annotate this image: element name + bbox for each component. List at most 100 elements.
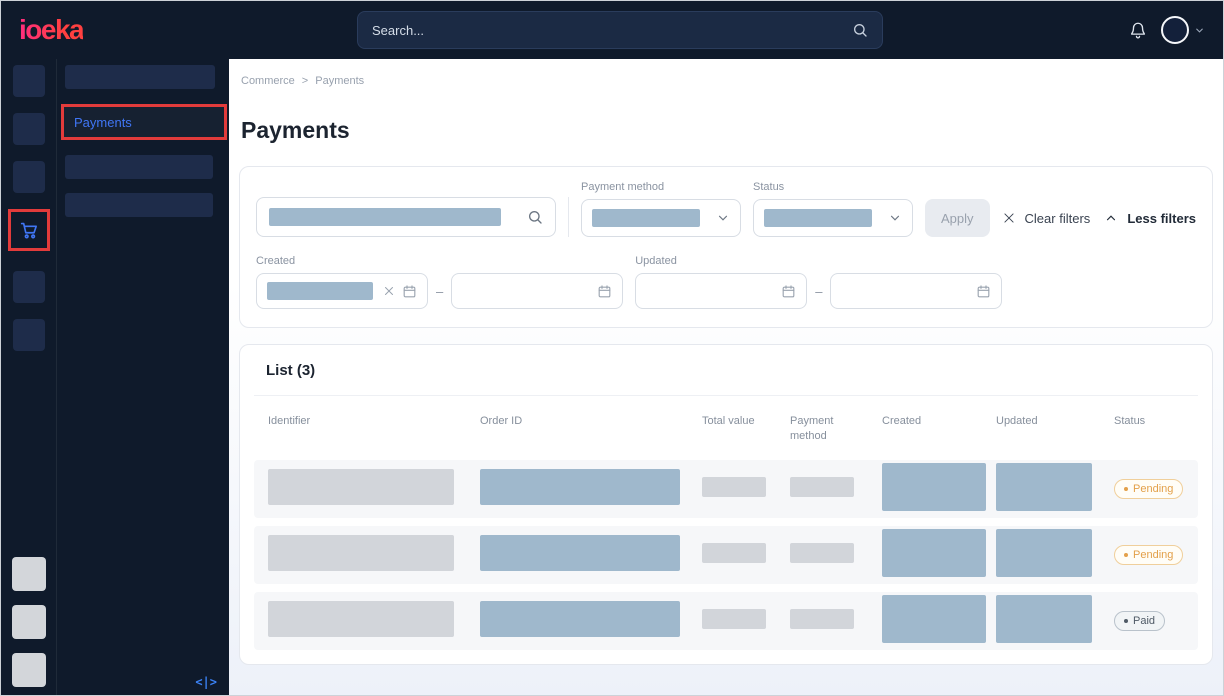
page-title: Payments — [239, 117, 1213, 144]
column-total-value: Total value — [702, 414, 790, 429]
list-title-row: List (3) — [254, 345, 1198, 396]
clear-filters-button[interactable]: Clear filters — [1002, 199, 1091, 237]
created-from-input[interactable] — [256, 273, 428, 309]
redacted-updated-cell — [996, 463, 1092, 511]
column-updated: Updated — [996, 414, 1114, 429]
highlight-box-payments: Payments — [61, 104, 227, 140]
status-field: Status — [753, 181, 913, 237]
sidebar-bottom-icon-3[interactable] — [12, 653, 46, 687]
redacted-search-value — [269, 208, 501, 226]
filters-panel: Payment method Status — [239, 166, 1213, 328]
payment-method-field: Payment method — [581, 181, 741, 237]
chevron-down-icon — [716, 211, 730, 225]
column-payment-method: Payment method — [790, 414, 882, 444]
date-range-separator: – — [436, 284, 443, 299]
created-label: Created — [256, 255, 623, 267]
payment-method-select[interactable] — [581, 199, 741, 237]
sidebar-icon-redacted-4[interactable] — [13, 271, 45, 303]
calendar-icon — [781, 284, 796, 299]
redacted-total-value-cell — [702, 477, 766, 497]
global-search-input[interactable] — [372, 23, 852, 38]
search-icon — [852, 22, 868, 38]
table-row[interactable]: Pending — [254, 460, 1198, 518]
redacted-created-cell — [882, 595, 986, 643]
payments-list-panel: List (3) Identifier Order ID Total value… — [239, 344, 1213, 665]
status-dot-icon — [1124, 487, 1128, 491]
sidebar-icon-redacted-5[interactable] — [13, 319, 45, 351]
column-created: Created — [882, 414, 996, 429]
redacted-identifier-cell — [268, 601, 454, 637]
created-date-pair: – — [256, 273, 623, 309]
redacted-payment-method-cell — [790, 609, 854, 629]
commerce-nav-button[interactable] — [13, 214, 45, 246]
sidebar-bottom-icon-2[interactable] — [12, 605, 46, 639]
sidebar-submenu: Payments <|> — [57, 59, 229, 695]
notifications-button[interactable] — [1129, 21, 1147, 39]
sidebar-icon-rail — [1, 59, 57, 695]
sidebar-item-payments[interactable]: Payments — [64, 107, 224, 137]
less-filters-button[interactable]: Less filters — [1104, 199, 1196, 237]
redacted-identifier-cell — [268, 535, 454, 571]
close-icon — [1002, 211, 1016, 225]
list-title: List (3) — [266, 362, 315, 379]
clear-filters-label: Clear filters — [1025, 211, 1091, 226]
updated-date-pair: – — [635, 273, 1002, 309]
updated-label: Updated — [635, 255, 1002, 267]
search-icon — [527, 209, 543, 225]
updated-from-input[interactable] — [635, 273, 807, 309]
sidebar-icon-redacted-3[interactable] — [13, 161, 45, 193]
calendar-icon — [976, 284, 991, 299]
shopping-cart-icon — [18, 219, 40, 241]
created-date-group: Created — [256, 255, 623, 309]
table-row[interactable]: Pending — [254, 526, 1198, 584]
highlight-box-cart — [8, 209, 50, 251]
user-menu-button[interactable] — [1161, 16, 1205, 44]
updated-to-input[interactable] — [830, 273, 1002, 309]
status-select[interactable] — [753, 199, 913, 237]
sidebar-icon-redacted-1[interactable] — [13, 65, 45, 97]
filters-row-1: Payment method Status — [256, 181, 1196, 237]
global-search[interactable] — [357, 11, 883, 49]
redacted-total-value-cell — [702, 609, 766, 629]
status-badge: Pending — [1114, 479, 1183, 499]
column-identifier: Identifier — [268, 414, 480, 429]
status-badge: Paid — [1114, 611, 1165, 631]
sidebar-item-redacted-1[interactable] — [65, 65, 215, 89]
redacted-created-cell — [882, 463, 986, 511]
filter-search-input[interactable] — [256, 197, 556, 237]
topbar: ioeka — [1, 1, 1223, 59]
sidebar: Payments <|> — [1, 59, 229, 695]
redacted-payment-method-cell — [790, 543, 854, 563]
redacted-order-id-cell — [480, 601, 680, 637]
sidebar-collapse-toggle[interactable]: <|> — [195, 675, 217, 689]
updated-date-group: Updated – — [635, 255, 1002, 309]
breadcrumb-commerce[interactable]: Commerce — [241, 75, 295, 87]
redacted-payment-method-value — [592, 209, 700, 227]
avatar — [1161, 16, 1189, 44]
apply-button[interactable]: Apply — [925, 199, 990, 237]
redacted-order-id-cell — [480, 469, 680, 505]
clear-date-button[interactable] — [383, 285, 395, 297]
redacted-status-value — [764, 209, 872, 227]
sidebar-bottom-icon-1[interactable] — [12, 557, 46, 591]
redacted-order-id-cell — [480, 535, 680, 571]
sidebar-item-redacted-3[interactable] — [65, 193, 213, 217]
created-to-input[interactable] — [451, 273, 623, 309]
table-header: Identifier Order ID Total value Payment … — [254, 396, 1198, 460]
date-range-separator: – — [815, 284, 822, 299]
status-dot-icon — [1124, 619, 1128, 623]
app-logo: ioeka — [19, 14, 83, 46]
redacted-updated-cell — [996, 595, 1092, 643]
sidebar-item-redacted-2[interactable] — [65, 155, 213, 179]
app-window: ioeka — [0, 0, 1224, 696]
calendar-icon — [402, 284, 417, 299]
less-filters-label: Less filters — [1127, 211, 1196, 226]
sidebar-icon-redacted-2[interactable] — [13, 113, 45, 145]
main-content: Commerce > Payments Payments Paym — [229, 59, 1223, 695]
chevron-down-icon — [888, 211, 902, 225]
bell-icon — [1129, 21, 1147, 39]
redacted-updated-cell — [996, 529, 1092, 577]
breadcrumb-payments: Payments — [315, 75, 364, 87]
table-row[interactable]: Paid — [254, 592, 1198, 650]
chevron-down-icon — [1194, 25, 1205, 36]
